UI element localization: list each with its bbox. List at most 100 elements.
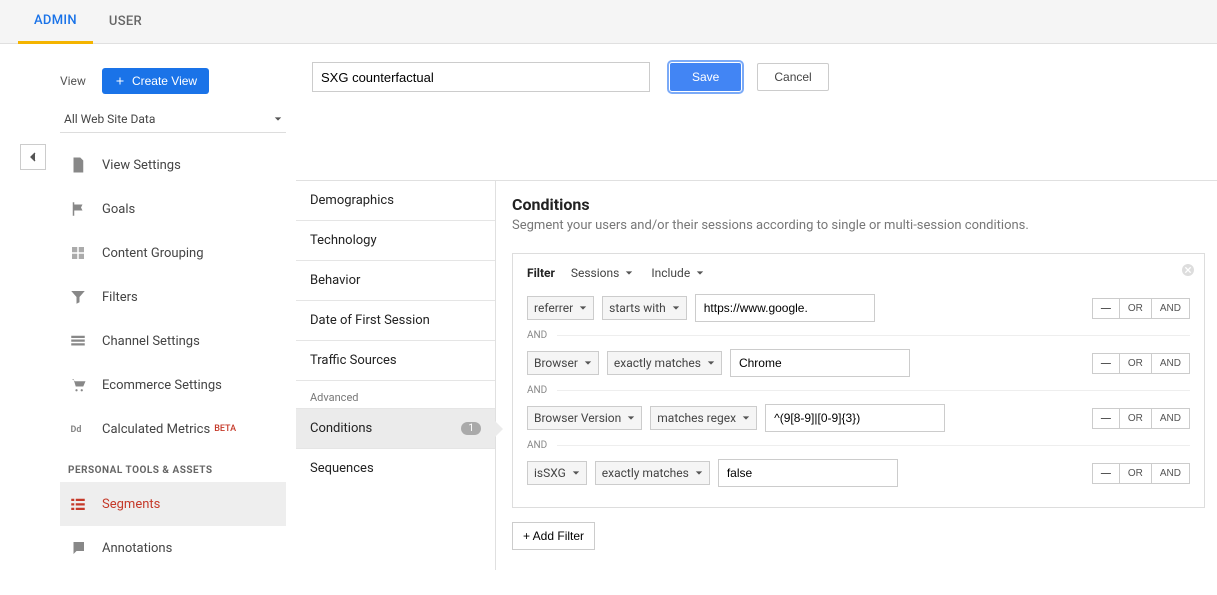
view-label: View — [60, 74, 86, 88]
metrics-icon: Dd — [68, 419, 88, 439]
nav-goals[interactable]: Goals — [60, 187, 286, 231]
cart-icon — [68, 375, 88, 395]
dimension-label: Browser — [534, 356, 578, 370]
cat-traffic-sources[interactable]: Traffic Sources — [296, 340, 495, 380]
or-button[interactable]: OR — [1119, 298, 1152, 319]
sessions-dropdown[interactable]: Sessions — [571, 266, 633, 280]
cat-date-first-session[interactable]: Date of First Session — [296, 300, 495, 340]
and-text: AND — [527, 385, 547, 396]
dimension-label: referrer — [534, 301, 573, 315]
caret-down-icon — [572, 469, 580, 477]
operator-label: exactly matches — [614, 356, 701, 370]
filter-label: Filter — [527, 266, 555, 280]
cat-sequences[interactable]: Sequences — [296, 448, 495, 488]
nav-annotations[interactable]: Annotations — [60, 526, 286, 570]
view-dropdown[interactable]: All Web Site Data — [60, 106, 286, 133]
operator-dropdown[interactable]: matches regex — [650, 406, 757, 430]
annotation-icon — [68, 538, 88, 558]
nav-segments[interactable]: Segments — [60, 482, 286, 526]
close-icon[interactable] — [1180, 262, 1196, 278]
cancel-button[interactable]: Cancel — [757, 63, 828, 91]
or-button[interactable]: OR — [1119, 463, 1152, 484]
dimension-dropdown[interactable]: Browser Version — [527, 406, 642, 430]
conditions-subtitle: Segment your users and/or their sessions… — [512, 218, 1205, 233]
caret-down-icon — [672, 304, 680, 312]
nav-label: Goals — [102, 202, 135, 217]
sidebar: View Create View All Web Site Data View … — [46, 44, 296, 570]
nav-ecommerce-settings[interactable]: Ecommerce Settings — [60, 363, 286, 407]
and-button[interactable]: AND — [1151, 408, 1190, 429]
nav-label: Annotations — [102, 541, 172, 556]
create-view-button[interactable]: Create View — [102, 68, 209, 94]
nav-label: Filters — [102, 290, 138, 305]
condition-row: isSXG exactly matches —ORAND — [527, 459, 1190, 487]
nav-channel-settings[interactable]: Channel Settings — [60, 319, 286, 363]
remove-button[interactable]: — — [1092, 353, 1120, 374]
save-button[interactable]: Save — [670, 63, 741, 91]
and-button[interactable]: AND — [1151, 298, 1190, 319]
cat-conditions-label: Conditions — [310, 421, 372, 436]
and-text: AND — [527, 440, 547, 451]
caret-down-icon — [627, 414, 635, 422]
arrow-left-icon — [25, 149, 41, 165]
conditions-count-badge: 1 — [461, 422, 481, 435]
caret-down-icon — [625, 269, 633, 277]
nav-filters[interactable]: Filters — [60, 275, 286, 319]
segments-icon — [68, 494, 88, 514]
document-icon — [68, 155, 88, 175]
caret-down-icon — [707, 359, 715, 367]
category-column: Demographics Technology Behavior Date of… — [296, 181, 496, 570]
cat-conditions[interactable]: Conditions 1 — [296, 408, 495, 448]
top-tabs: ADMIN USER — [0, 0, 1217, 44]
value-input[interactable] — [718, 459, 898, 487]
conditions-title: Conditions — [512, 195, 1205, 214]
or-button[interactable]: OR — [1119, 353, 1152, 374]
tab-user[interactable]: USER — [93, 0, 158, 44]
condition-row: Browser exactly matches —ORAND — [527, 349, 1190, 377]
operator-dropdown[interactable]: exactly matches — [595, 461, 710, 485]
value-input[interactable] — [765, 404, 945, 432]
row-ops: —ORAND — [1093, 298, 1190, 319]
create-view-label: Create View — [132, 74, 197, 88]
dimension-dropdown[interactable]: referrer — [527, 296, 594, 320]
cat-group-advanced: Advanced — [296, 380, 495, 408]
section-header-personal: PERSONAL TOOLS & ASSETS — [60, 451, 286, 482]
remove-button[interactable]: — — [1092, 463, 1120, 484]
dimension-dropdown[interactable]: isSXG — [527, 461, 587, 485]
cat-demographics[interactable]: Demographics — [296, 181, 495, 220]
caret-down-icon — [695, 469, 703, 477]
and-button[interactable]: AND — [1151, 353, 1190, 374]
and-button[interactable]: AND — [1151, 463, 1190, 484]
value-input[interactable] — [695, 294, 875, 322]
grouping-icon — [68, 243, 88, 263]
tab-admin[interactable]: ADMIN — [18, 0, 93, 44]
add-filter-button[interactable]: + Add Filter — [512, 522, 595, 550]
nav-content-grouping[interactable]: Content Grouping — [60, 231, 286, 275]
view-dropdown-label: All Web Site Data — [64, 112, 155, 126]
and-separator: AND — [527, 330, 1190, 341]
row-ops: —ORAND — [1093, 408, 1190, 429]
remove-button[interactable]: — — [1092, 298, 1120, 319]
dimension-label: Browser Version — [534, 411, 621, 425]
nav-label: Content Grouping — [102, 246, 204, 261]
and-text: AND — [527, 330, 547, 341]
remove-button[interactable]: — — [1092, 408, 1120, 429]
and-separator: AND — [527, 440, 1190, 451]
nav-label: Segments — [102, 497, 160, 512]
condition-row: referrer starts with —ORAND — [527, 294, 1190, 322]
caret-down-icon — [742, 414, 750, 422]
operator-dropdown[interactable]: exactly matches — [607, 351, 722, 375]
value-input[interactable] — [730, 349, 910, 377]
or-button[interactable]: OR — [1119, 408, 1152, 429]
operator-dropdown[interactable]: starts with — [602, 296, 687, 320]
nav-calculated-metrics[interactable]: Dd Calculated Metrics BETA — [60, 407, 286, 451]
nav-label: Channel Settings — [102, 334, 200, 349]
dimension-dropdown[interactable]: Browser — [527, 351, 599, 375]
cat-behavior[interactable]: Behavior — [296, 260, 495, 300]
back-button[interactable] — [20, 144, 46, 170]
include-dropdown[interactable]: Include — [651, 266, 704, 280]
segment-name-input[interactable] — [312, 62, 650, 92]
row-ops: —ORAND — [1093, 353, 1190, 374]
cat-technology[interactable]: Technology — [296, 220, 495, 260]
nav-view-settings[interactable]: View Settings — [60, 143, 286, 187]
